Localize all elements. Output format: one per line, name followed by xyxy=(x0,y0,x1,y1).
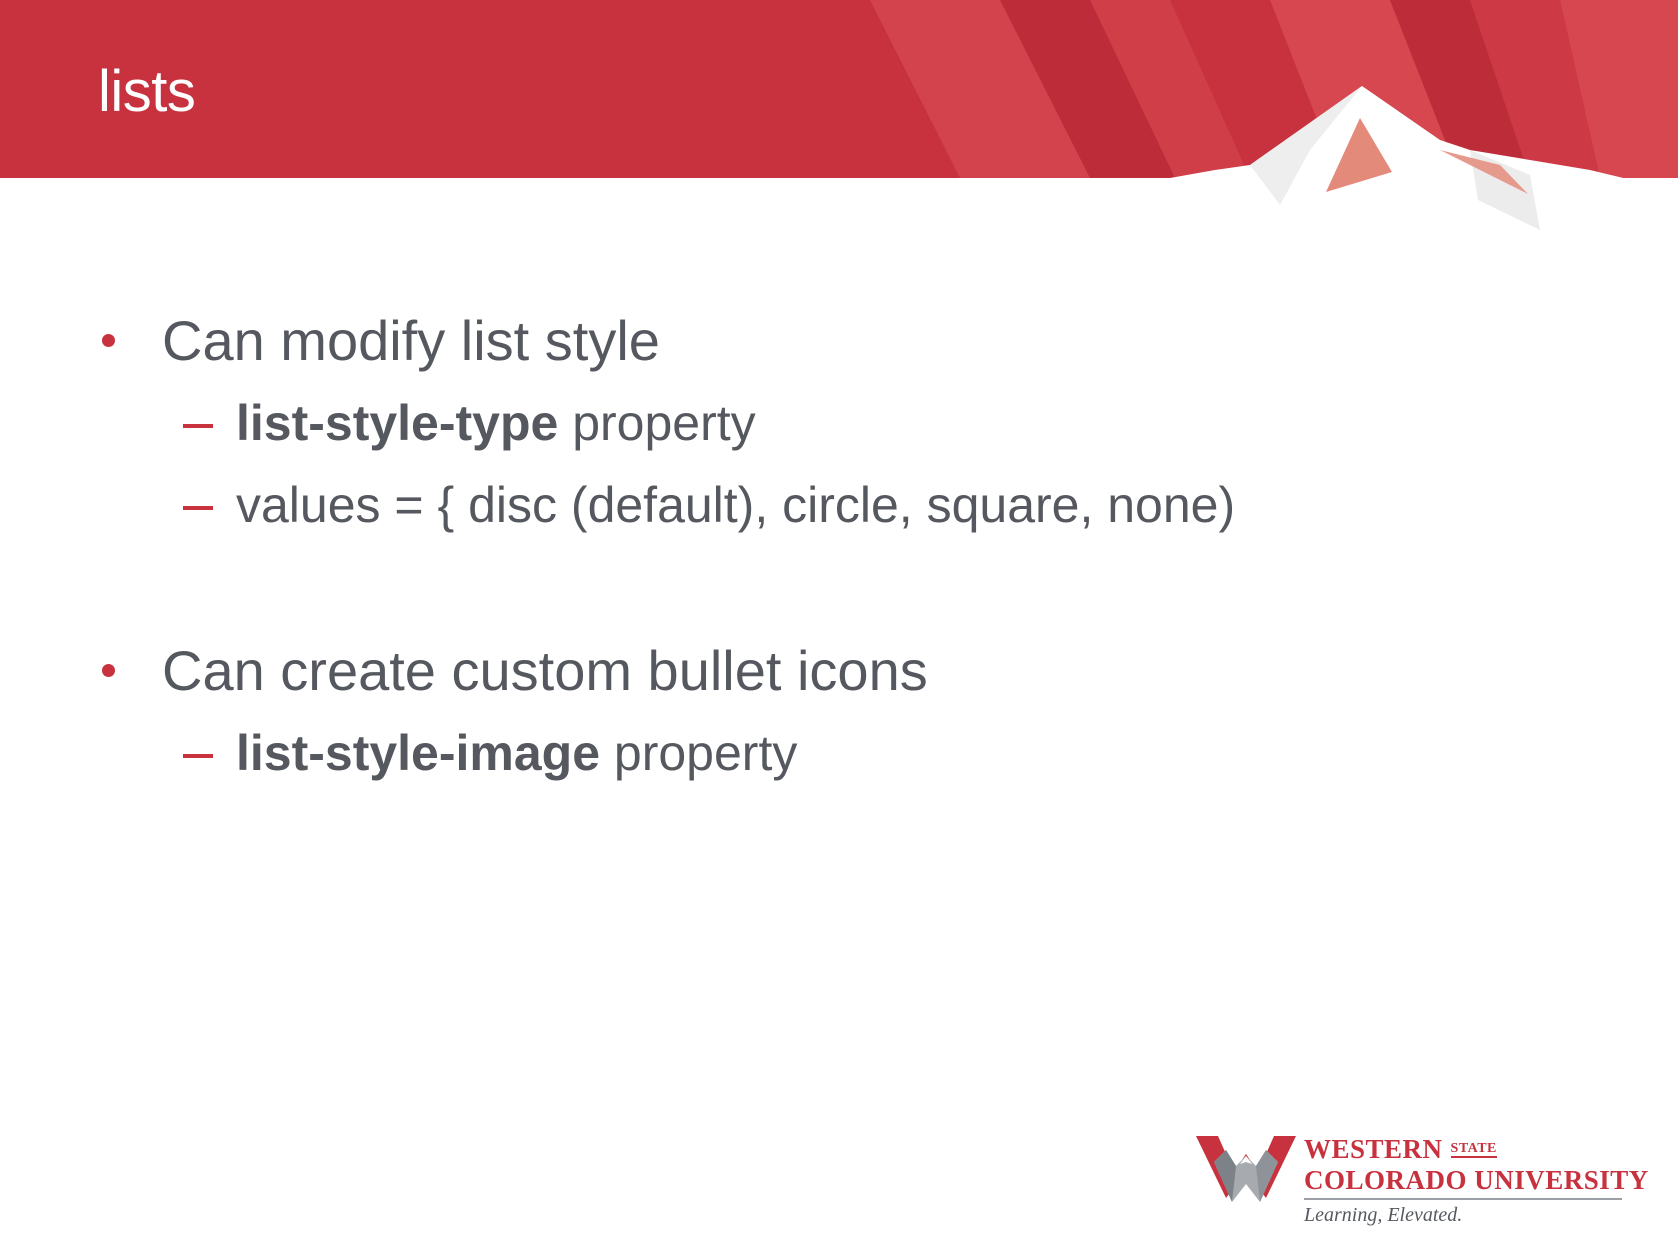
header-banner xyxy=(0,0,1678,260)
logo-wordmark: WESTERN STATE COLORADO UNIVERSITY xyxy=(1304,1134,1649,1196)
bullet-item-2: Can create custom bullet icons xyxy=(162,639,928,702)
bullet-item-1: Can modify list style xyxy=(162,309,660,372)
sub-item-1-1: list-style-type property xyxy=(236,394,756,452)
sub-item-1-1-text: property xyxy=(558,395,756,451)
logo-divider xyxy=(1304,1198,1622,1200)
sub-item-1-2-text: values = { disc (default), circle, squar… xyxy=(236,477,1236,533)
w-mountain-icon xyxy=(1196,1136,1296,1202)
logo-name-state: STATE xyxy=(1450,1141,1497,1158)
university-logo: WESTERN STATE COLORADO UNIVERSITY Learnin… xyxy=(1196,1132,1648,1232)
logo-name-line1: WESTERN xyxy=(1304,1134,1443,1164)
sub-item-2-1-text: property xyxy=(600,725,798,781)
dash-2-1 xyxy=(183,754,213,758)
sub-item-1-1-keyword: list-style-type xyxy=(236,395,559,451)
logo-tagline: Learning, Elevated. xyxy=(1304,1204,1463,1226)
logo-name-line2: COLORADO UNIVERSITY xyxy=(1304,1165,1649,1195)
dash-1-1 xyxy=(183,424,213,428)
sub-item-2-1: list-style-image property xyxy=(236,724,797,782)
sub-item-2-1-keyword: list-style-image xyxy=(236,725,601,781)
bullet-dot-2 xyxy=(102,664,115,677)
slide-title: lists xyxy=(98,59,196,124)
slide: lists Can modify list style list-style-t… xyxy=(0,0,1678,1260)
bullet-dot-1 xyxy=(102,334,115,347)
sub-item-1-2: values = { disc (default), circle, squar… xyxy=(236,476,1235,534)
dash-1-2 xyxy=(183,506,213,510)
